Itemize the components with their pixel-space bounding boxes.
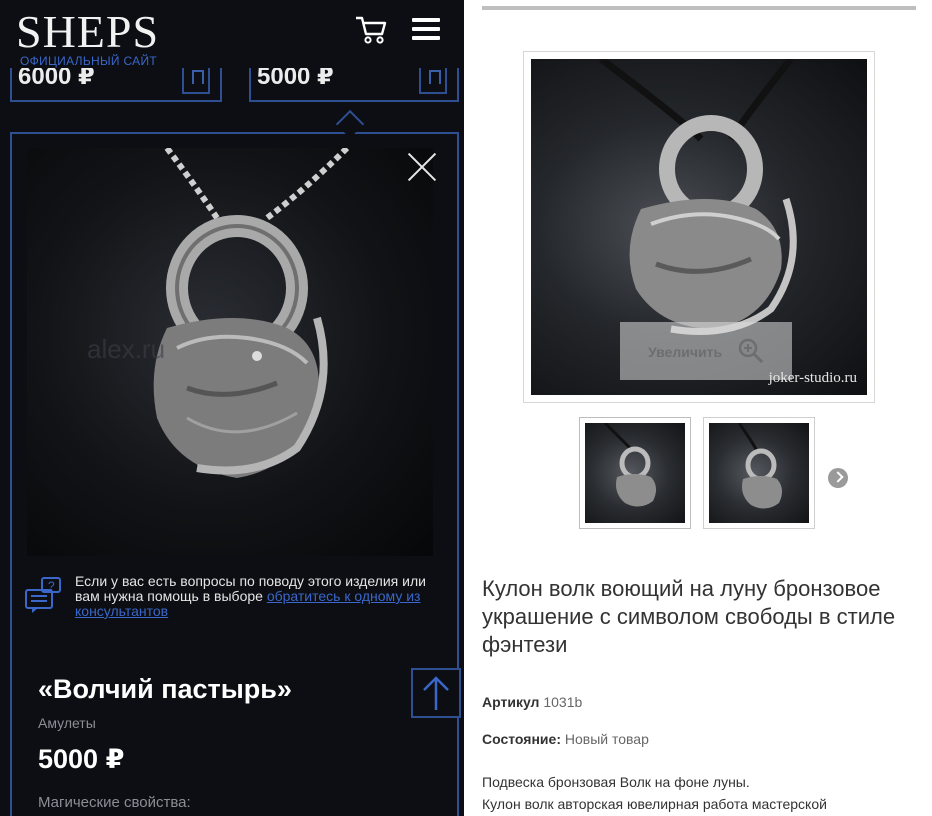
description-line: Подвеска бронзовая Волк на фоне луны. xyxy=(482,774,750,790)
article-value: 1031b xyxy=(543,694,583,710)
article-label: Артикул xyxy=(482,694,540,710)
thumbnail[interactable] xyxy=(579,417,691,529)
hamburger-menu-icon[interactable] xyxy=(412,18,440,42)
condition-row: Состояние: Новый товар xyxy=(482,731,649,747)
chevron-right-icon[interactable] xyxy=(828,468,848,488)
consultant-help: ? Если у вас есть вопросы по поводу этог… xyxy=(24,574,444,622)
zoom-label: Увеличить xyxy=(648,344,723,360)
thumbnail[interactable] xyxy=(703,417,815,529)
image-watermark: alex.ru xyxy=(87,334,165,364)
condition-value: Новый товар xyxy=(564,731,649,747)
site-logo[interactable]: SHEPS xyxy=(16,8,159,56)
magic-properties-label: Магические свойства: xyxy=(38,794,191,811)
bag-icon[interactable] xyxy=(182,68,210,94)
main-product-photo[interactable]: Увеличить joker-studio.ru xyxy=(531,59,867,395)
top-divider xyxy=(482,6,916,10)
product-title: «Волчий пастырь» xyxy=(38,674,292,704)
mobile-site-panel: 6000 ₽ 5000 ₽ SHEPS ОФИЦИАЛЬНЫЙ САЙТ ale… xyxy=(0,0,464,816)
arrow-up-icon[interactable] xyxy=(411,668,461,718)
site-logo-subtitle: ОФИЦИАЛЬНЫЙ САЙТ xyxy=(20,54,158,68)
product-category[interactable]: Амулеты xyxy=(38,715,96,731)
site-header: SHEPS ОФИЦИАЛЬНЫЙ САЙТ xyxy=(0,0,464,68)
article-row: Артикул 1031b xyxy=(482,694,582,710)
product-photo[interactable]: alex.ru xyxy=(27,148,433,556)
bag-icon[interactable] xyxy=(419,68,447,94)
help-text: Если у вас есть вопросы по поводу этого … xyxy=(75,573,426,619)
close-icon[interactable] xyxy=(405,148,441,184)
chat-question-icon: ? xyxy=(24,576,66,614)
image-watermark: joker-studio.ru xyxy=(768,370,857,386)
description-line: Кулон волк авторская ювелирная работа ма… xyxy=(482,796,827,812)
product-title: Кулон волк воющий на луну бронзовое укра… xyxy=(482,576,896,657)
zoom-in-icon xyxy=(738,338,764,364)
main-image-frame: Увеличить joker-studio.ru xyxy=(523,51,875,403)
cart-icon[interactable] xyxy=(354,14,388,46)
zoom-button[interactable]: Увеличить xyxy=(620,322,792,380)
product-description: Подвеска бронзовая Волк на фоне луны. Ку… xyxy=(482,771,922,815)
condition-label: Состояние: xyxy=(482,731,561,747)
shop-page-panel: Увеличить joker-studio.ru Кулон волк вою… xyxy=(464,0,932,816)
product-price: 5000 ₽ xyxy=(38,744,125,774)
